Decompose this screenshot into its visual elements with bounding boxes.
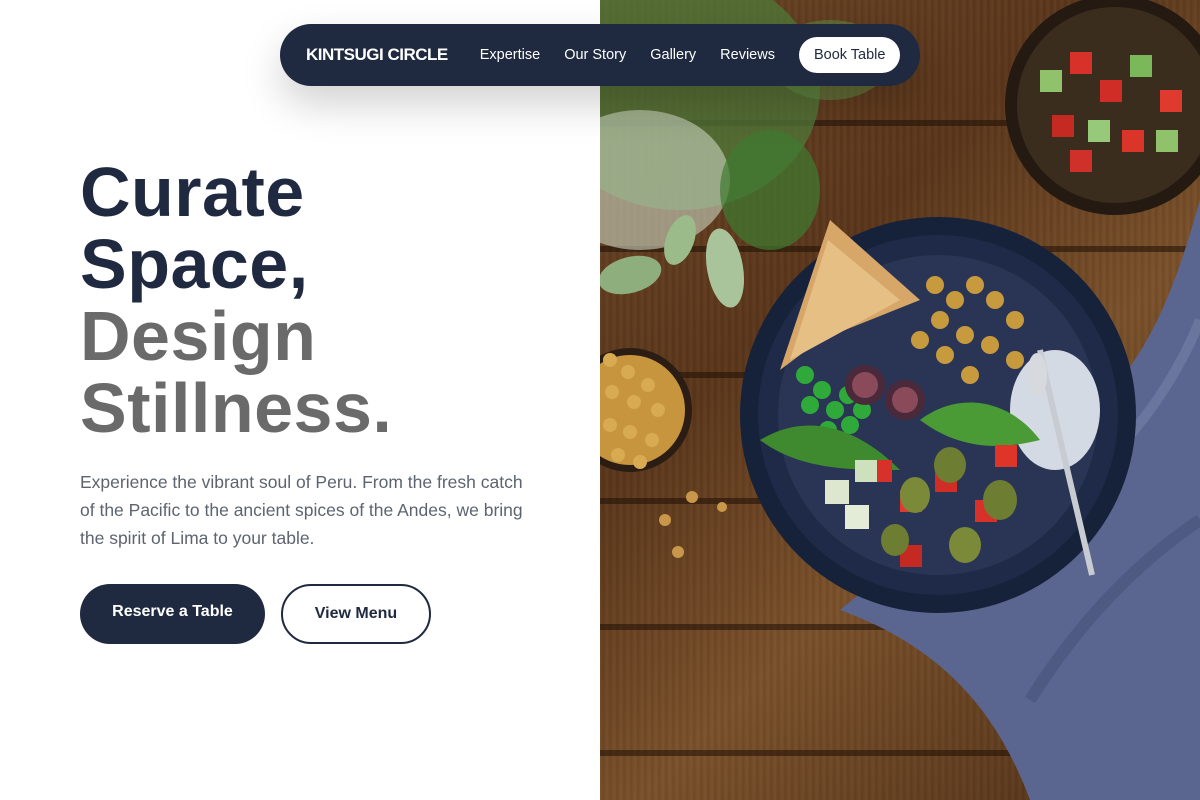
reserve-table-button[interactable]: Reserve a Table: [80, 584, 265, 644]
view-menu-button[interactable]: View Menu: [281, 584, 431, 644]
hero-title-line-4: Stillness.: [80, 369, 393, 447]
nav-link-our-story[interactable]: Our Story: [564, 47, 626, 63]
hero-title-line-3: Design: [80, 297, 317, 375]
hero-food-image: [600, 0, 1200, 800]
hero-title: Curate Space, Design Stillness.: [80, 156, 560, 444]
brand-logo[interactable]: KINTSUGI CIRCLE: [306, 45, 448, 65]
book-table-button[interactable]: Book Table: [798, 37, 901, 73]
top-navigation: KINTSUGI CIRCLE Expertise Our Story Gall…: [280, 24, 920, 86]
nav-link-reviews[interactable]: Reviews: [720, 47, 775, 63]
hero-description: Experience the vibrant soul of Peru. Fro…: [80, 472, 523, 548]
nav-link-gallery[interactable]: Gallery: [650, 47, 696, 63]
hero-title-line-1: Curate: [80, 153, 305, 231]
hero-title-line-2: Space,: [80, 225, 309, 303]
food-illustration: [600, 0, 1200, 800]
nav-link-expertise[interactable]: Expertise: [480, 47, 540, 63]
